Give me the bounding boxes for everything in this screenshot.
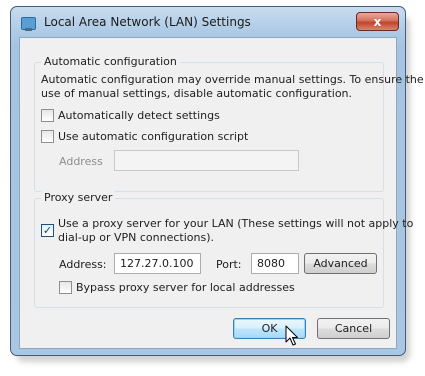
cancel-button[interactable]: Cancel (317, 318, 390, 339)
network-icon (21, 17, 36, 31)
use-proxy-label-line1[interactable]: Use a proxy server for your LAN (These s… (58, 217, 413, 230)
auto-config-description-line1: Automatic configuration may override man… (41, 73, 424, 86)
use-script-checkbox[interactable] (41, 130, 54, 143)
mouse-pointer-icon (285, 325, 298, 346)
automatic-configuration-legend: Automatic configuration (41, 55, 180, 68)
close-button[interactable]: x (356, 12, 399, 31)
advanced-button[interactable]: Advanced (304, 253, 377, 274)
auto-detect-checkbox[interactable] (41, 109, 54, 122)
lan-settings-dialog: Local Area Network (LAN) Settings x Auto… (10, 6, 424, 356)
use-script-label[interactable]: Use automatic configuration script (58, 130, 248, 143)
bypass-local-label[interactable]: Bypass proxy server for local addresses (76, 281, 295, 294)
dialog-body: Automatic configuration Automatic config… (19, 37, 424, 349)
proxy-port-field[interactable]: 8080 (251, 253, 299, 274)
script-address-field[interactable] (114, 150, 299, 171)
proxy-port-label: Port: (216, 258, 242, 271)
proxy-address-label: Address: (59, 258, 107, 271)
proxy-address-field[interactable]: 127.27.0.100 (114, 253, 201, 274)
bypass-local-checkbox[interactable] (59, 281, 72, 294)
title-bar[interactable]: Local Area Network (LAN) Settings x (11, 7, 405, 37)
dialog-title: Local Area Network (LAN) Settings (44, 15, 251, 29)
proxy-server-legend: Proxy server (41, 191, 116, 204)
close-icon: x (373, 15, 382, 29)
use-proxy-label-line2[interactable]: dial-up or VPN connections). (58, 231, 214, 244)
use-proxy-checkbox[interactable]: ✓ (41, 224, 54, 237)
script-address-label: Address (59, 155, 103, 168)
automatic-configuration-group: Automatic configuration Automatic config… (34, 55, 424, 192)
auto-config-description-line2: use of manual settings, disable automati… (41, 87, 353, 100)
proxy-server-group: Proxy server ✓ Use a proxy server for yo… (34, 191, 413, 308)
auto-detect-label[interactable]: Automatically detect settings (58, 109, 220, 122)
